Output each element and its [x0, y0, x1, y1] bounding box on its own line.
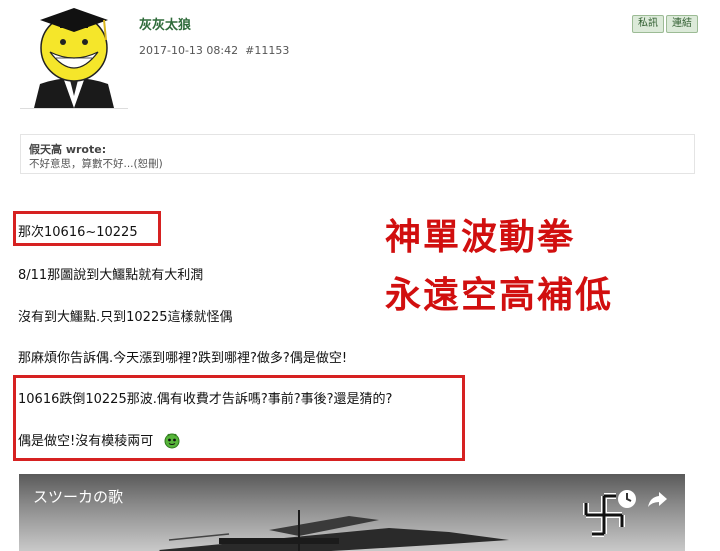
- body-line-chart: 8/11那圖說到大鱷點就有大利潤: [18, 268, 204, 283]
- avatar[interactable]: [20, 0, 128, 109]
- body-line-range: 那次10616~10225: [18, 225, 138, 240]
- body-line-question: 那麻煩你告訴偶.今天漲到哪裡?跌到哪裡?做多?偶是做空!: [18, 351, 348, 366]
- quote-box: 假天高 wrote: 不好意思，算數不好...(恕刪): [20, 134, 695, 174]
- post-id[interactable]: #11153: [245, 44, 289, 57]
- quote-author: 假天高 wrote:: [29, 143, 107, 156]
- link-button[interactable]: 連結: [666, 15, 698, 33]
- body-line-charge: 10616跌倒10225那波.偶有收費才告訴嗎?事前?事後?還是猜的?: [18, 392, 393, 407]
- clock-icon[interactable]: [616, 488, 638, 510]
- body-line-short: 偶是做空!沒有模稜兩可: [18, 430, 181, 453]
- koro-sensei-avatar-icon: [34, 8, 114, 108]
- share-arrow-icon[interactable]: [646, 488, 668, 510]
- username-link[interactable]: 灰灰太狼: [139, 14, 191, 33]
- quote-text: 不好意思，算數不好...(恕刪): [29, 158, 163, 170]
- green-alien-smiley-icon: [163, 431, 181, 453]
- body-line-target: 沒有到大鱷點.只到10225這樣就怪偶: [18, 310, 233, 325]
- video-embed[interactable]: スツーカの歌: [19, 474, 685, 551]
- stuka-plane-image: [159, 510, 509, 551]
- body-line-short-text: 偶是做空!沒有模稜兩可: [18, 434, 154, 449]
- post-timestamp: 2017-10-13 08:42: [139, 44, 239, 57]
- video-title[interactable]: スツーカの歌: [33, 486, 123, 507]
- overlay-text-2: 永遠空高補低: [385, 274, 614, 316]
- overlay-text-1: 神單波動拳: [385, 216, 576, 258]
- post-meta: 2017-10-13 08:42 #11153: [139, 44, 289, 57]
- private-message-button[interactable]: 私訊: [632, 15, 664, 33]
